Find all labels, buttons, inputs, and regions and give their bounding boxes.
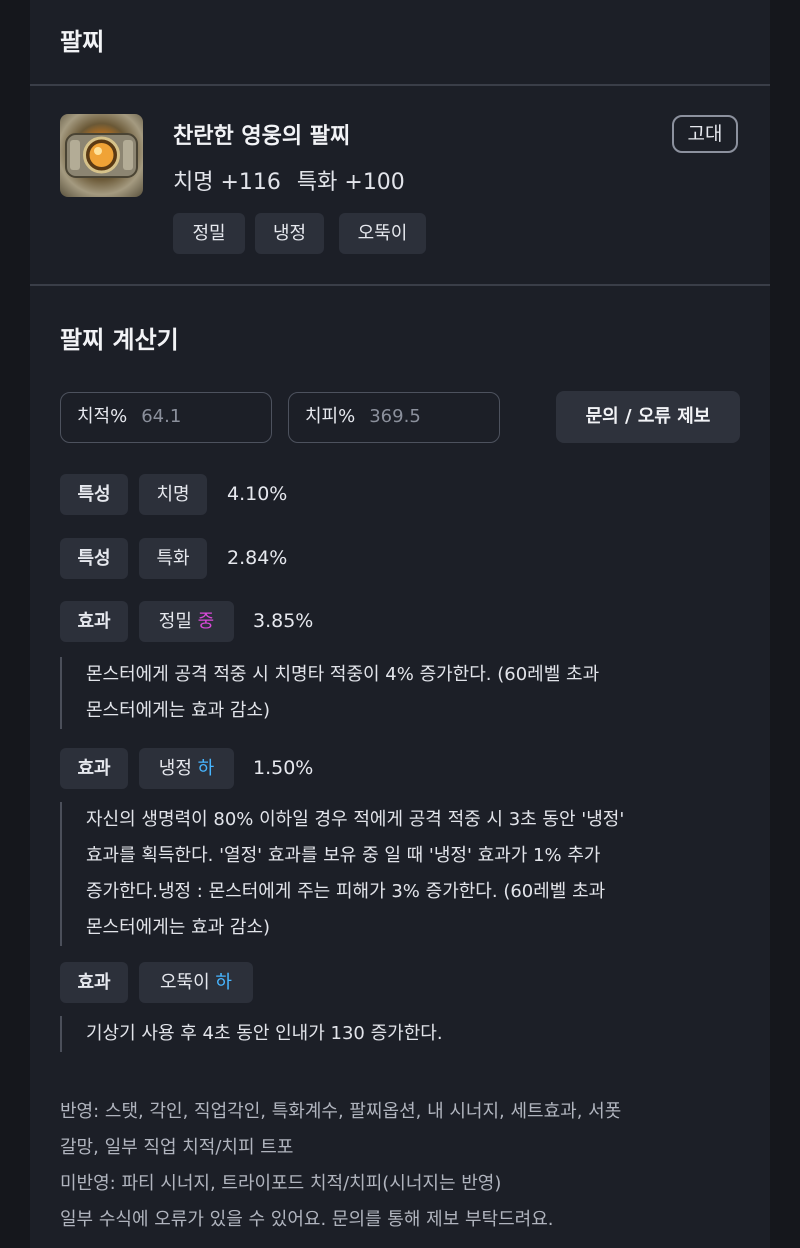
effect-description-precision: 몬스터에게 공격 적중 시 치명타 적중이 4% 증가한다. (60레벨 초과 … xyxy=(60,657,726,729)
row-name-crit: 치명 xyxy=(139,474,207,515)
row-type-stat: 특성 xyxy=(60,474,128,515)
page-title: 팔찌 xyxy=(60,28,105,56)
bracelet-panel: 팔찌 찬란한 영웅의 팔찌 치명 +116 특화 +100 고대 정밀 냉정 오뚝… xyxy=(30,0,770,1248)
note-line: 반영: 스탯, 각인, 직업각인, 특화계수, 팔찌옵션, 내 시너지, 세트효… xyxy=(60,1101,622,1122)
effect-name: 냉정 xyxy=(158,758,192,779)
row-type-effect: 효과 xyxy=(60,748,128,789)
crit-rate-input[interactable]: 치적% 64.1 xyxy=(60,392,272,443)
item-stat-spec: 특화 +100 xyxy=(296,170,405,195)
item-stats: 치명 +116 특화 +100 xyxy=(173,164,405,196)
effect-name: 정밀 xyxy=(158,611,192,632)
row-name-precision: 정밀 중 xyxy=(139,601,234,642)
item-tag-precision: 정밀 xyxy=(173,213,245,254)
row-value-crit: 4.10% xyxy=(227,483,288,505)
desc-line: 몬스터에게 공격 적중 시 치명타 적중이 4% 증가한다. (60레벨 초과 xyxy=(86,664,600,685)
row-value-spec: 2.84% xyxy=(227,547,288,569)
crit-damage-input[interactable]: 치피% 369.5 xyxy=(288,392,500,443)
calculator-title: 팔찌 계산기 xyxy=(60,326,179,354)
row-name-spec: 특화 xyxy=(139,538,207,579)
desc-line: 몬스터에게는 효과 감소) xyxy=(86,700,271,721)
note-line: 갈망, 일부 직업 치적/치피 트포 xyxy=(60,1137,294,1158)
row-name-tumbler: 오뚝이 하 xyxy=(139,962,253,1003)
crit-rate-label: 치적% xyxy=(77,406,128,427)
note-line: 일부 수식에 오류가 있을 수 있어요. 문의를 통해 제보 부탁드려요. xyxy=(60,1209,554,1230)
item-tag-cold: 냉정 xyxy=(255,213,324,254)
item-name: 찬란한 영웅의 팔찌 xyxy=(173,124,351,149)
item-stat-crit: 치명 +116 xyxy=(173,170,281,195)
desc-line: 몬스터에게는 효과 감소) xyxy=(86,917,271,938)
crit-damage-value: 369.5 xyxy=(369,406,421,427)
grade-badge: 고대 xyxy=(672,115,738,153)
header-divider xyxy=(30,84,770,86)
desc-line: 자신의 생명력이 80% 이하일 경우 적에게 공격 적중 시 3초 동안 '냉… xyxy=(86,809,625,830)
row-value-precision: 3.85% xyxy=(253,610,314,632)
crit-rate-value: 64.1 xyxy=(141,406,182,427)
crit-damage-label: 치피% xyxy=(305,406,356,427)
effect-grade-mid: 중 xyxy=(197,611,215,632)
row-type-effect: 효과 xyxy=(60,962,128,1003)
desc-line: 효과를 획득한다. '열정' 효과를 보유 중 일 때 '냉정' 효과가 1% … xyxy=(86,845,601,866)
effect-name: 오뚝이 xyxy=(160,972,210,993)
effect-description-cold: 자신의 생명력이 80% 이하일 경우 적에게 공격 적중 시 3초 동안 '냉… xyxy=(60,802,726,946)
item-tag-tumbler: 오뚝이 xyxy=(339,213,426,254)
row-value-cold: 1.50% xyxy=(253,757,314,779)
row-type-stat: 특성 xyxy=(60,538,128,579)
desc-line: 기상기 사용 후 4초 동안 인내가 130 증가한다. xyxy=(86,1023,443,1044)
calculator-notes: 반영: 스탯, 각인, 직업각인, 특화계수, 팔찌옵션, 내 시너지, 세트효… xyxy=(60,1094,740,1238)
effect-description-tumbler: 기상기 사용 후 4초 동안 인내가 130 증가한다. xyxy=(60,1016,726,1052)
item-divider xyxy=(30,284,770,286)
note-line: 미반영: 파티 시너지, 트라이포드 치적/치피(시너지는 반영) xyxy=(60,1173,502,1194)
row-name-cold: 냉정 하 xyxy=(139,748,234,789)
desc-line: 증가한다.냉정 : 몬스터에게 주는 피해가 3% 증가한다. (60레벨 초과 xyxy=(86,881,606,902)
report-error-button[interactable]: 문의 / 오류 제보 xyxy=(556,391,740,443)
effect-grade-low: 하 xyxy=(197,758,215,779)
bracelet-item-icon xyxy=(60,114,143,197)
row-type-effect: 효과 xyxy=(60,601,128,642)
effect-grade-low: 하 xyxy=(215,972,232,993)
